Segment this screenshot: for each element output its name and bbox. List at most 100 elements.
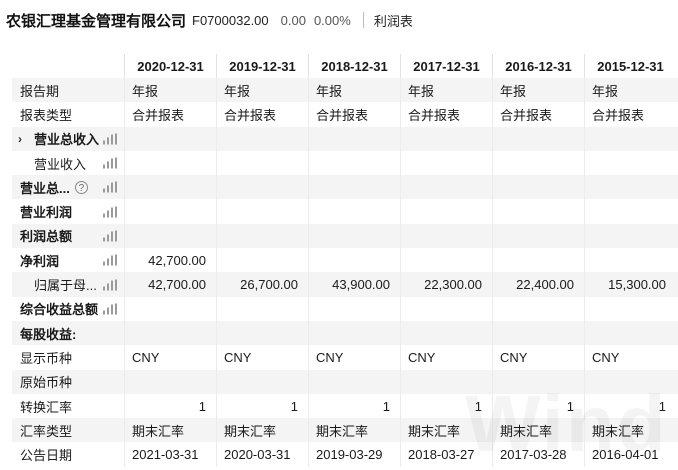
row-label-text: 报告期 (20, 83, 60, 99)
table-cell: 期末汇率 (124, 418, 216, 443)
table-cell: 2018-03-27 (400, 442, 492, 467)
row-label-text: 原始币种 (20, 375, 73, 391)
table-cell (308, 126, 400, 151)
table-cell (400, 175, 492, 200)
row-label[interactable]: › 营业总收入 (12, 127, 124, 151)
table-cell: CNY (400, 345, 492, 370)
table-cell: 43,900.00 (308, 272, 400, 297)
table-cell (308, 150, 400, 176)
table-cell: CNY (216, 345, 308, 370)
row-label: 原始币种 (12, 370, 124, 394)
bar-chart-icon[interactable] (103, 206, 117, 218)
table-cell (216, 248, 308, 273)
table-cell: 合并报表 (216, 102, 308, 127)
row-label[interactable]: 利润总额 (12, 224, 124, 248)
table-cell (584, 248, 676, 273)
row-label-text: 转换汇率 (20, 399, 73, 415)
table-cell: CNY (124, 345, 216, 370)
security-code: F0700032.00 (192, 12, 269, 28)
table-cell: 期末汇率 (400, 418, 492, 443)
table-cell (216, 150, 308, 176)
table-cell (308, 223, 400, 249)
table-cell: 年报 (584, 78, 676, 103)
chevron-right-icon[interactable]: › (18, 132, 22, 146)
table-cell (308, 175, 400, 200)
row-label[interactable]: 营业利润 (12, 199, 124, 223)
statement-tab[interactable]: 利润表 (374, 11, 413, 30)
row-label: 汇率类型 (12, 418, 124, 442)
table-cell: 2017-03-28 (492, 442, 584, 467)
period-header[interactable]: 2018-12-31 (308, 54, 400, 78)
table-row: 营业总...? (12, 175, 678, 200)
table-cell: 1 (216, 393, 308, 419)
row-label-text: 净利润 (20, 253, 60, 269)
table-cell (400, 369, 492, 394)
row-label: 每股收益: (12, 321, 124, 345)
period-header[interactable]: 2016-12-31 (492, 54, 584, 78)
row-label-text: 每股收益: (20, 326, 77, 342)
income-statement-table: 2020-12-31 2019-12-31 2018-12-31 2017-12-31… (12, 54, 678, 467)
period-header[interactable]: 2015-12-31 (584, 54, 676, 78)
table-cell (492, 248, 584, 273)
table-cell (584, 150, 676, 176)
row-label[interactable]: 综合收益总额 (12, 297, 124, 321)
table-cell: 年报 (492, 78, 584, 103)
table-cell (124, 320, 216, 346)
bar-chart-icon[interactable] (103, 254, 117, 266)
table-cell (492, 296, 584, 321)
table-cell (492, 199, 584, 224)
question-circle-icon[interactable]: ? (74, 180, 88, 194)
bar-chart-icon[interactable] (103, 230, 117, 242)
table-row: 综合收益总额 (12, 296, 678, 321)
row-label: 转换汇率 (12, 394, 124, 418)
table-cell: 合并报表 (400, 102, 492, 127)
row-label: 公告日期 (12, 442, 124, 466)
table-row: 归属于母... 42,700.00 26,700.00 43,900.00 22,300… (12, 272, 678, 297)
table-cell: 合并报表 (124, 102, 216, 127)
table-cell: 15,300.00 (584, 272, 676, 297)
divider (362, 12, 364, 28)
row-label[interactable]: 营业总...? (12, 175, 124, 199)
table-cell: 2020-03-31 (216, 442, 308, 467)
table-cell: CNY (584, 345, 676, 370)
change-percent: 0.00% (313, 12, 351, 28)
row-label-text: 营业总... (20, 180, 70, 196)
table-cell: CNY (492, 345, 584, 370)
table-cell (400, 296, 492, 321)
row-label-text: 归属于母... (34, 278, 97, 294)
row-label-text: 利润总额 (20, 229, 73, 245)
table-cell (124, 223, 216, 249)
bar-chart-icon[interactable] (103, 133, 117, 145)
row-label[interactable]: 净利润 (12, 248, 124, 272)
table-cell (584, 175, 676, 200)
row-label-text: 汇率类型 (20, 423, 73, 439)
table-cell: 年报 (216, 78, 308, 103)
bar-chart-icon[interactable] (103, 279, 117, 291)
period-header[interactable]: 2020-12-31 (124, 54, 216, 78)
table-row: 原始币种 (12, 369, 678, 394)
table-cell (584, 223, 676, 249)
period-header[interactable]: 2017-12-31 (400, 54, 492, 78)
table-cell (216, 175, 308, 200)
table-row: 报表类型 合并报表 合并报表 合并报表 合并报表 合并报表 合并报表 (12, 102, 678, 127)
table-cell (124, 369, 216, 394)
table-cell (216, 296, 308, 321)
row-label-text: 营业利润 (20, 205, 73, 221)
price: 0.00 (280, 12, 306, 28)
table-cell (308, 320, 400, 346)
bar-chart-icon[interactable] (103, 157, 117, 169)
header-corner (12, 54, 124, 78)
row-label: 报表类型 (12, 102, 124, 126)
row-label-text: 营业收入 (34, 156, 87, 172)
table-row: 营业利润 (12, 199, 678, 224)
table-row: 转换汇率 1 1 1 1 1 1 (12, 393, 678, 419)
period-header[interactable]: 2019-12-31 (216, 54, 308, 78)
row-label-text: 显示币种 (20, 350, 73, 366)
table-cell (492, 150, 584, 176)
row-label[interactable]: 归属于母... (12, 272, 124, 296)
table-cell: 期末汇率 (492, 418, 584, 443)
bar-chart-icon[interactable] (103, 303, 117, 315)
row-label[interactable]: 营业收入 (12, 151, 124, 175)
bar-chart-icon[interactable] (103, 181, 117, 193)
row-label: 报告期 (12, 78, 124, 102)
